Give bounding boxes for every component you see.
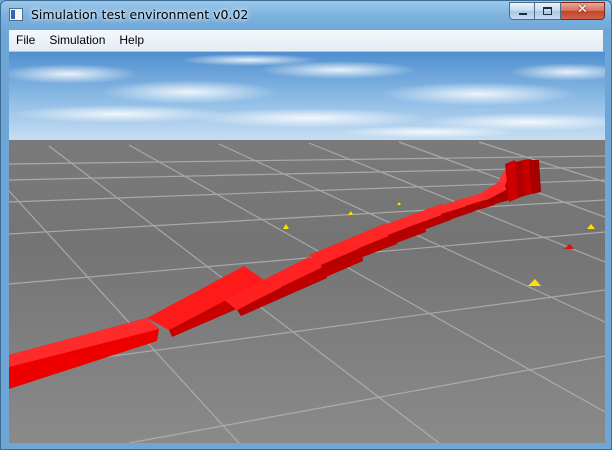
app-icon[interactable]: [9, 8, 23, 21]
menu-simulation[interactable]: Simulation: [42, 30, 112, 51]
caption-buttons: ✕: [509, 2, 605, 21]
minimize-button[interactable]: [509, 2, 535, 20]
application-window: Simulation test environment v0.02 ✕ File…: [0, 0, 612, 450]
close-button[interactable]: ✕: [561, 2, 605, 20]
menu-help[interactable]: Help: [112, 30, 151, 51]
window-title: Simulation test environment v0.02: [31, 7, 249, 22]
menu-file[interactable]: File: [9, 30, 42, 51]
title-bar[interactable]: Simulation test environment v0.02 ✕: [1, 1, 611, 29]
simulation-viewport[interactable]: [9, 52, 605, 443]
close-icon: ✕: [577, 2, 588, 17]
maximize-button[interactable]: [535, 2, 561, 20]
menu-bar: File Simulation Help: [9, 30, 603, 52]
scene-canvas[interactable]: [9, 52, 605, 443]
maximize-icon: [543, 7, 552, 15]
minimize-icon: [519, 13, 527, 15]
